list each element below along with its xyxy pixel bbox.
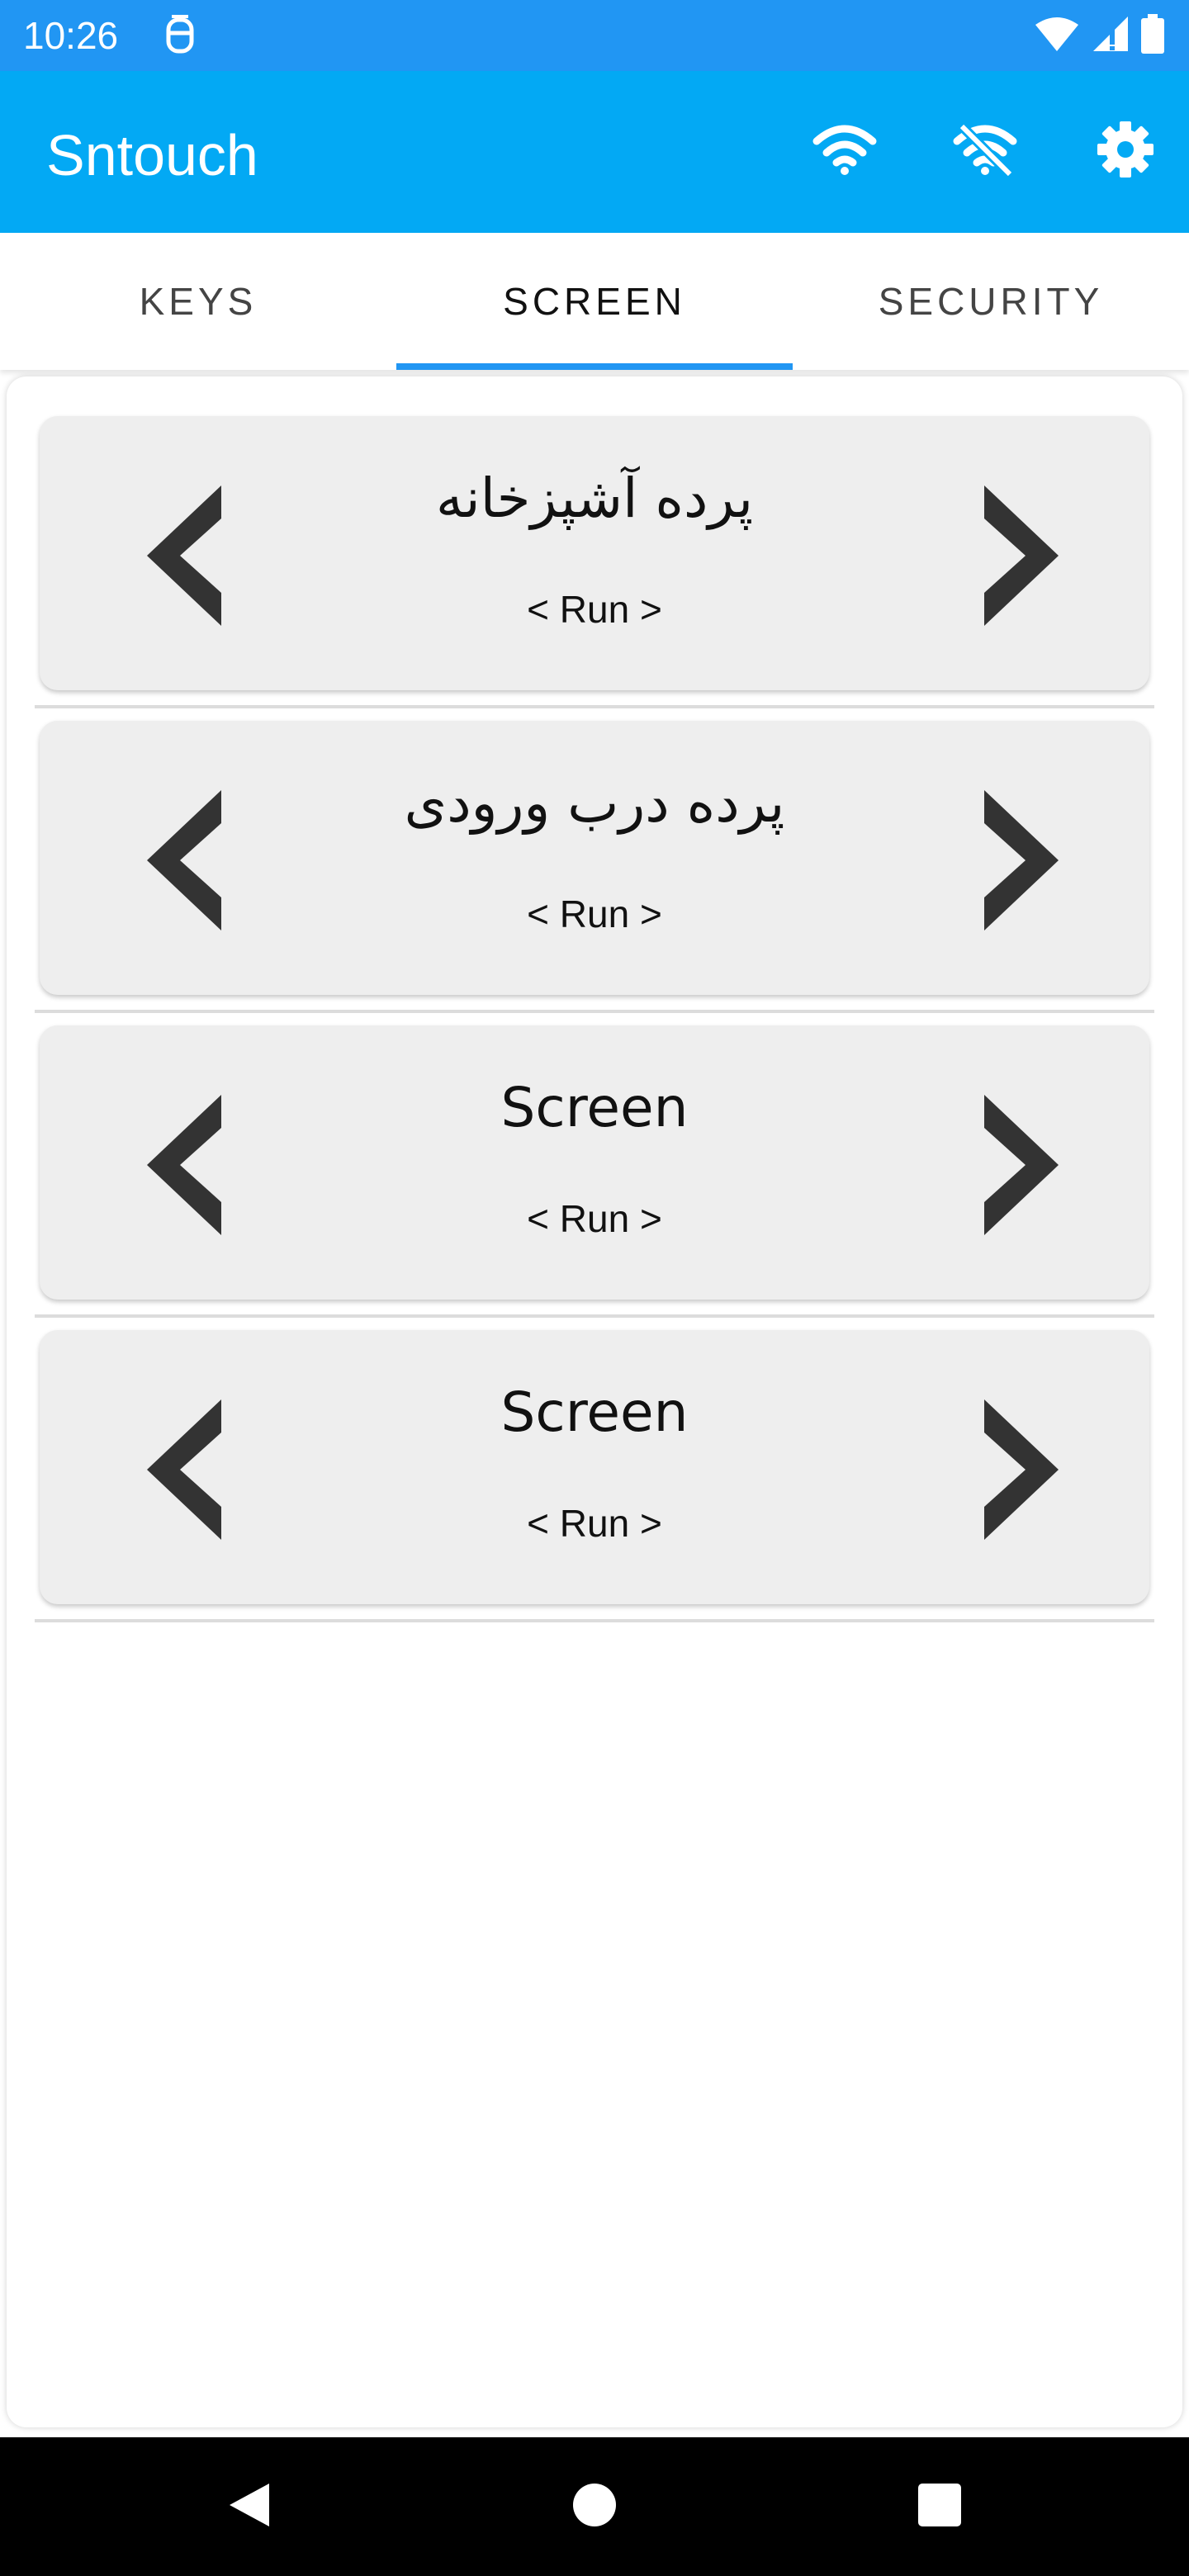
- chevron-right-icon[interactable]: [968, 485, 1059, 626]
- screen-title: پرده درب ورودی: [404, 771, 785, 835]
- wifi-off-icon: [952, 122, 1018, 180]
- wifi-button[interactable]: [799, 106, 890, 197]
- cell-signal-icon: [1092, 15, 1130, 57]
- chevron-right-icon[interactable]: [968, 790, 1059, 930]
- run-button[interactable]: < Run >: [254, 1499, 935, 1548]
- home-button[interactable]: [563, 2475, 626, 2538]
- tab-screen[interactable]: SCREEN: [396, 233, 793, 370]
- list-item: Screen < Run >: [35, 1325, 1154, 1630]
- battery-icon: [1141, 13, 1164, 58]
- status-icons: [1034, 13, 1164, 58]
- app-bar: Sntouch: [0, 71, 1189, 233]
- list-item: پرده درب ورودی < Run >: [35, 716, 1154, 1020]
- status-time: 10:26: [23, 14, 119, 57]
- run-button[interactable]: < Run >: [254, 1194, 935, 1243]
- tab-indicator: [396, 363, 793, 370]
- back-icon: [225, 2480, 274, 2534]
- chevron-left-icon[interactable]: [147, 485, 238, 626]
- screen-title: Screen: [500, 1380, 689, 1444]
- run-button[interactable]: < Run >: [254, 889, 935, 939]
- divider: [35, 1010, 1154, 1013]
- divider: [35, 1619, 1154, 1622]
- list-item: پرده آشپزخانه < Run >: [35, 411, 1154, 716]
- wifi-off-button[interactable]: [940, 106, 1030, 197]
- status-bar: 10:26: [0, 0, 1189, 71]
- app-title: Sntouch: [46, 123, 258, 187]
- tab-security[interactable]: SECURITY: [793, 233, 1189, 370]
- divider: [35, 705, 1154, 708]
- screen-card[interactable]: پرده آشپزخانه < Run >: [40, 416, 1149, 690]
- chevron-right-icon[interactable]: [968, 1095, 1059, 1235]
- screen-card[interactable]: Screen < Run >: [40, 1025, 1149, 1300]
- screen-title: Screen: [500, 1076, 689, 1139]
- screen-card[interactable]: پرده درب ورودی < Run >: [40, 721, 1149, 995]
- tab-keys[interactable]: KEYS: [0, 233, 396, 370]
- chevron-left-icon[interactable]: [147, 790, 238, 930]
- run-button[interactable]: < Run >: [254, 585, 935, 634]
- list-item: Screen < Run >: [35, 1020, 1154, 1325]
- wifi-signal-icon: [1034, 15, 1080, 57]
- back-button[interactable]: [218, 2475, 281, 2538]
- screen-card[interactable]: Screen < Run >: [40, 1330, 1149, 1604]
- system-nav-bar: [0, 2437, 1189, 2576]
- screen-title: پرده آشپزخانه: [435, 466, 754, 530]
- chevron-left-icon[interactable]: [147, 1095, 238, 1235]
- home-icon: [570, 2480, 619, 2534]
- settings-icon: [1096, 120, 1155, 183]
- tab-bar: KEYS SCREEN SECURITY: [0, 233, 1189, 370]
- recents-button[interactable]: [908, 2475, 971, 2538]
- chevron-right-icon[interactable]: [968, 1399, 1059, 1540]
- divider: [35, 1314, 1154, 1318]
- notification-icon: [162, 15, 198, 56]
- recents-icon: [915, 2480, 964, 2534]
- wifi-icon: [812, 123, 878, 180]
- chevron-left-icon[interactable]: [147, 1399, 238, 1540]
- screen-list: پرده آشپزخانه < Run > پرده درب ورودی < R…: [35, 411, 1154, 1630]
- settings-button[interactable]: [1080, 106, 1171, 197]
